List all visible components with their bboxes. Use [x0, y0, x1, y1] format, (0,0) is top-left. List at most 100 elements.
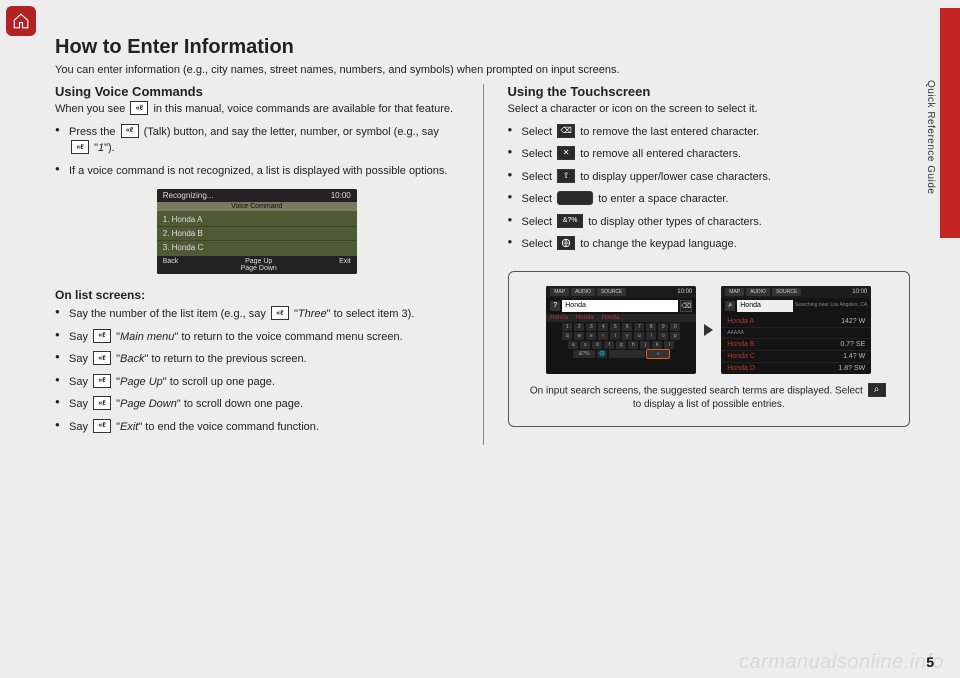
text: Say [69, 331, 91, 343]
ts-tab: AUDIO [571, 288, 595, 296]
home-icon [12, 12, 30, 30]
text: On input search screens, the suggested s… [530, 385, 866, 396]
bullet: Say «ℓ "Page Up" to scroll up one page. [55, 374, 459, 391]
backspace-icon: ⌫ [557, 124, 575, 138]
cmd: Three [298, 308, 327, 320]
clear-x-icon: ✕ [557, 146, 575, 160]
text: Select [522, 171, 556, 183]
ts-tab: MAP [725, 288, 744, 296]
kb-key: g [616, 341, 626, 349]
bullet: Select ⇧ to display upper/lower case cha… [508, 169, 911, 186]
text: Select [522, 126, 556, 138]
text: to display upper/lower case characters. [580, 171, 771, 183]
text: to change the keypad language. [580, 238, 737, 250]
kb-key: u [634, 332, 644, 340]
vs-bar: Voice Command [157, 202, 357, 211]
text: to remove all entered characters. [580, 148, 741, 160]
kb-key: a [568, 341, 578, 349]
text: Say [69, 353, 91, 365]
search-icon: ⌕ [868, 383, 886, 397]
symbols-icon: &?% [557, 214, 583, 228]
home-badge [6, 6, 36, 36]
ts-tab: AUDIO [746, 288, 770, 296]
kb-key: 0 [670, 323, 680, 331]
kb-key: e [586, 332, 596, 340]
kb-key: s [580, 341, 590, 349]
text: Say the number of the list item (e.g., s… [69, 308, 269, 320]
space-icon [557, 191, 593, 205]
voice-bullets: Press the «ℓ (Talk) button, and say the … [55, 124, 459, 180]
kb-key: 6 [622, 323, 632, 331]
ts-tab: SOURCE [772, 288, 801, 296]
talk-icon: «ℓ [71, 140, 89, 154]
bullet: Select ⌫ to remove the last entered char… [508, 124, 911, 141]
text: to enter a space character. [598, 193, 728, 205]
kb-key: t [610, 332, 620, 340]
ts-search-field: Honda [562, 300, 678, 312]
kb-key: j [640, 341, 650, 349]
kb-key: f [604, 341, 614, 349]
arrow-right-icon [704, 324, 713, 336]
text: to return to the voice command menu scre… [178, 331, 402, 343]
talk-icon: «ℓ [121, 124, 139, 138]
cmd: Main menu [120, 331, 174, 343]
backspace-icon: ⌫ [680, 300, 692, 312]
ts-results: Honda A142? W AAAAA Honda B0.7? SE Honda… [721, 314, 871, 374]
ts-suggestions: Honda Honda Honda [546, 314, 696, 322]
text: to remove the last entered character. [580, 126, 759, 138]
touchscreen-example-box: MAP AUDIO SOURCE 10:00 ? Honda ⌫ [508, 271, 911, 428]
text: Say [69, 421, 91, 433]
bullet: Say «ℓ "Main menu" to return to the voic… [55, 329, 459, 346]
text: Say [69, 376, 91, 388]
kb-space [609, 350, 645, 358]
ts-screen-results: MAP AUDIO SOURCE 10:00 ⌕ Honda Searching… [721, 286, 871, 374]
bullet: Say «ℓ "Page Down" to scroll down one pa… [55, 396, 459, 413]
ts-result: Honda D1.8? SW [721, 363, 871, 374]
kb-key: 1 [562, 323, 572, 331]
text: "). [104, 142, 115, 154]
bullet: Select to enter a space character. [508, 191, 911, 208]
vs-item: 3. Honda C [157, 241, 357, 254]
ts-tab: SOURCE [597, 288, 626, 296]
text: Select [522, 193, 556, 205]
vs-pgdn: Page Down [241, 265, 277, 272]
text: to display a list of possible entries. [633, 399, 785, 410]
vs-time: 10:00 [331, 191, 351, 200]
ts-searching: Searching near Los Angeles, CA [795, 303, 867, 308]
shift-icon: ⇧ [557, 169, 575, 183]
heading-touchscreen: Using the Touchscreen [508, 84, 911, 99]
cmd: Back [120, 353, 144, 365]
kb-key: 7 [634, 323, 644, 331]
bullet: Select ✕ to remove all entered character… [508, 146, 911, 163]
sug: Honda [576, 315, 594, 321]
side-label: Quick Reference Guide [925, 80, 936, 194]
text: Select [522, 238, 556, 250]
vs-list: 1. Honda A 2. Honda B 3. Honda C [157, 211, 357, 256]
vs-exit: Exit [339, 258, 351, 272]
ts-caption: On input search screens, the suggested s… [527, 384, 892, 413]
globe-icon: 🌐 [597, 350, 607, 358]
bullet: Say «ℓ "Back" to return to the previous … [55, 351, 459, 368]
ts-result: AAAAA [721, 328, 871, 339]
ts-screen-keyboard: MAP AUDIO SOURCE 10:00 ? Honda ⌫ [546, 286, 696, 374]
kb-key: k [652, 341, 662, 349]
bullet: If a voice command is not recognized, a … [55, 163, 459, 180]
bullet: Say the number of the list item (e.g., s… [55, 306, 459, 323]
text: When you see [55, 103, 128, 115]
text: to scroll down one page. [181, 398, 303, 410]
cmd: Exit [120, 421, 138, 433]
vs-pgup: Page Up [245, 258, 272, 265]
voice-intro: When you see «ℓ in this manual, voice co… [55, 102, 459, 117]
sug: Honda [550, 315, 568, 321]
ts-keyboard: 1234567890 qwertyuiop asdfghjkl &?% 🌐 ⌕ [546, 322, 696, 361]
bullet: Say «ℓ "Exit" to end the voice command f… [55, 419, 459, 436]
heading-list-screens: On list screens: [55, 288, 459, 302]
talk-icon: «ℓ [93, 329, 111, 343]
search-icon: ⌕ [725, 301, 735, 311]
vs-recognizing: Recognizing... [163, 191, 214, 200]
kb-key: w [574, 332, 584, 340]
bullet: Select to change the keypad language. [508, 236, 911, 253]
kb-key: o [658, 332, 668, 340]
col-voice: Using Voice Commands When you see «ℓ in … [55, 84, 483, 445]
bullet: Select &?% to display other types of cha… [508, 214, 911, 231]
